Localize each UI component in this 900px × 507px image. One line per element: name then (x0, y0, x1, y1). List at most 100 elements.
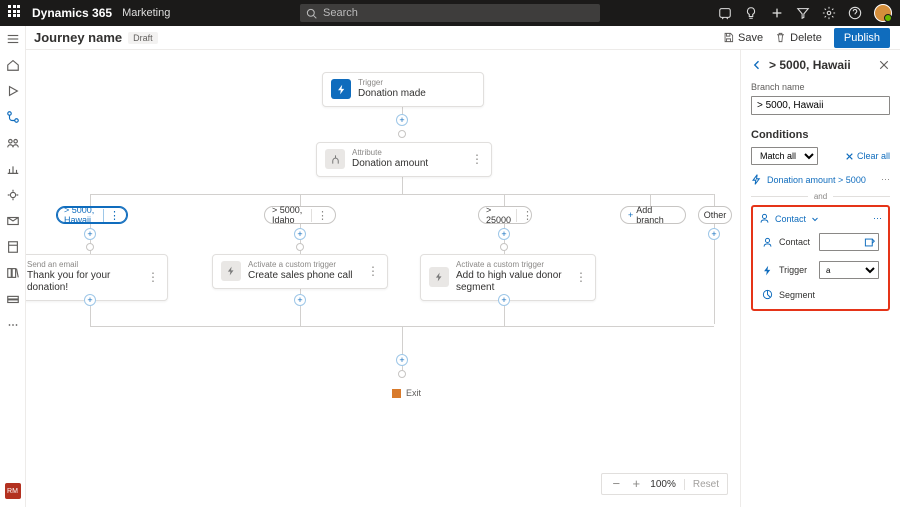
contact-icon (759, 213, 770, 224)
conditions-heading: Conditions (751, 129, 890, 141)
zoom-out-button[interactable]: − (610, 478, 622, 490)
templates-icon[interactable] (6, 240, 20, 254)
chevron-down-icon (811, 215, 819, 223)
add-node-button[interactable]: + (396, 114, 408, 126)
node-more-icon[interactable]: ⋮ (141, 270, 159, 284)
branch-name-input[interactable] (751, 96, 890, 115)
user-avatar[interactable] (874, 4, 892, 22)
product-brand: Dynamics 365 (32, 6, 112, 20)
menu-icon[interactable] (6, 32, 20, 46)
add-node-button[interactable]: + (294, 228, 306, 240)
match-dropdown[interactable]: Match all (751, 147, 818, 165)
branch-label: > 5000, Idaho (272, 205, 306, 225)
node-title: Donation made (358, 88, 426, 100)
lookup-icon[interactable] (864, 237, 875, 248)
panel-back-icon[interactable] (751, 59, 763, 71)
lightbulb-icon[interactable] (744, 6, 758, 20)
branch-more-icon[interactable]: ⋮ (103, 209, 120, 222)
connector-dot (296, 243, 304, 251)
branch-pill-3[interactable]: > 25000 ⋮ (478, 206, 532, 224)
zoom-reset-button[interactable]: Reset (684, 479, 719, 490)
trigger-value-select[interactable]: a (819, 261, 879, 279)
add-branch-button[interactable]: + Add branch (620, 206, 686, 224)
branch-label: > 5000, Hawaii (64, 205, 98, 225)
attribute-node[interactable]: Attribute Donation amount ⋮ (316, 142, 492, 177)
branch-properties-panel: > 5000, Hawaii Branch name Conditions Ma… (740, 50, 900, 507)
node-type: Send an email (27, 261, 141, 270)
menu-item-contact[interactable]: Contact (759, 228, 882, 256)
email-action-node[interactable]: Send an email Thank you for your donatio… (26, 254, 168, 301)
branch-pill-2[interactable]: > 5000, Idaho ⋮ (264, 206, 336, 224)
lightning-icon (762, 265, 773, 276)
resources-icon[interactable] (6, 188, 20, 202)
connector-dot (398, 130, 406, 138)
branch-more-icon[interactable]: ⋮ (516, 209, 533, 222)
lightning-icon (751, 174, 762, 185)
dropdown-label: Contact (775, 214, 806, 224)
delete-button[interactable]: Delete (769, 29, 828, 47)
help-icon[interactable] (848, 6, 862, 20)
menu-item-trigger[interactable]: Trigger a (759, 256, 882, 284)
add-node-button[interactable]: + (84, 228, 96, 240)
exit-label: Exit (406, 388, 421, 398)
settings-icon[interactable] (822, 6, 836, 20)
add-node-button[interactable]: + (498, 294, 510, 306)
delete-icon (775, 32, 786, 43)
app-launcher-icon[interactable] (8, 5, 24, 21)
product-area: Marketing (122, 7, 170, 19)
add-node-button[interactable]: + (396, 354, 408, 366)
left-nav-rail: RM (0, 26, 26, 507)
publish-button[interactable]: Publish (834, 28, 890, 48)
add-node-button[interactable]: + (294, 294, 306, 306)
contact-value-input[interactable] (819, 233, 879, 251)
other-branch-pill[interactable]: Other (698, 206, 732, 224)
node-type: Activate a custom trigger (456, 261, 569, 270)
lightning-icon (221, 261, 241, 281)
add-icon[interactable] (770, 6, 784, 20)
filter-icon[interactable] (796, 6, 810, 20)
node-more-icon[interactable]: ⋮ (465, 152, 483, 166)
home-icon[interactable] (6, 58, 20, 72)
menu-item-segment[interactable]: Segment (759, 284, 882, 305)
node-title: Donation amount (352, 158, 428, 170)
lightning-icon (429, 267, 449, 287)
add-node-button[interactable]: + (708, 228, 720, 240)
config-icon[interactable] (6, 292, 20, 306)
assistant-icon[interactable] (718, 6, 732, 20)
analytics-icon[interactable] (6, 162, 20, 176)
save-button[interactable]: Save (717, 29, 769, 47)
email-icon[interactable] (6, 214, 20, 228)
condition-text: Donation amount > 5000 (767, 175, 866, 185)
trigger-action-node[interactable]: Activate a custom trigger Add to high va… (420, 254, 596, 301)
menu-label: Segment (779, 290, 815, 300)
branch-pill-1[interactable]: > 5000, Hawaii ⋮ (56, 206, 128, 224)
play-icon[interactable] (6, 84, 20, 98)
clear-all-button[interactable]: Clear all (845, 151, 890, 161)
journeys-icon[interactable] (6, 110, 20, 124)
trigger-node[interactable]: Trigger Donation made (322, 72, 484, 107)
lightning-icon (331, 79, 351, 99)
condition-more-icon[interactable]: ⋯ (881, 174, 890, 185)
and-separator: and (808, 192, 833, 201)
branch-more-icon[interactable]: ⋮ (311, 209, 328, 222)
condition-type-dropdown[interactable]: Contact ⋯ (759, 211, 882, 226)
add-node-button[interactable]: + (498, 228, 510, 240)
zoom-in-button[interactable]: + (630, 478, 642, 490)
add-node-button[interactable]: + (84, 294, 96, 306)
library-icon[interactable] (6, 266, 20, 280)
panel-close-icon[interactable] (878, 59, 890, 71)
global-search[interactable]: Search (300, 4, 600, 22)
node-type: Attribute (352, 149, 428, 158)
condition-row[interactable]: Donation amount > 5000 ⋯ (751, 171, 890, 188)
more-icon[interactable] (6, 318, 20, 332)
journey-canvas[interactable]: Trigger Donation made + Attribute Donati… (26, 50, 740, 507)
condition-picker-highlighted: Contact ⋯ Contact Trigger a Segment (751, 205, 890, 311)
save-label: Save (738, 32, 763, 44)
node-more-icon[interactable]: ⋮ (361, 264, 379, 278)
condition-more-icon[interactable]: ⋯ (873, 213, 882, 224)
node-more-icon[interactable]: ⋮ (569, 270, 587, 284)
area-switcher[interactable]: RM (5, 483, 21, 499)
branch-label: Other (704, 210, 727, 220)
trigger-action-node[interactable]: Activate a custom trigger Create sales p… (212, 254, 388, 289)
segments-icon[interactable] (6, 136, 20, 150)
